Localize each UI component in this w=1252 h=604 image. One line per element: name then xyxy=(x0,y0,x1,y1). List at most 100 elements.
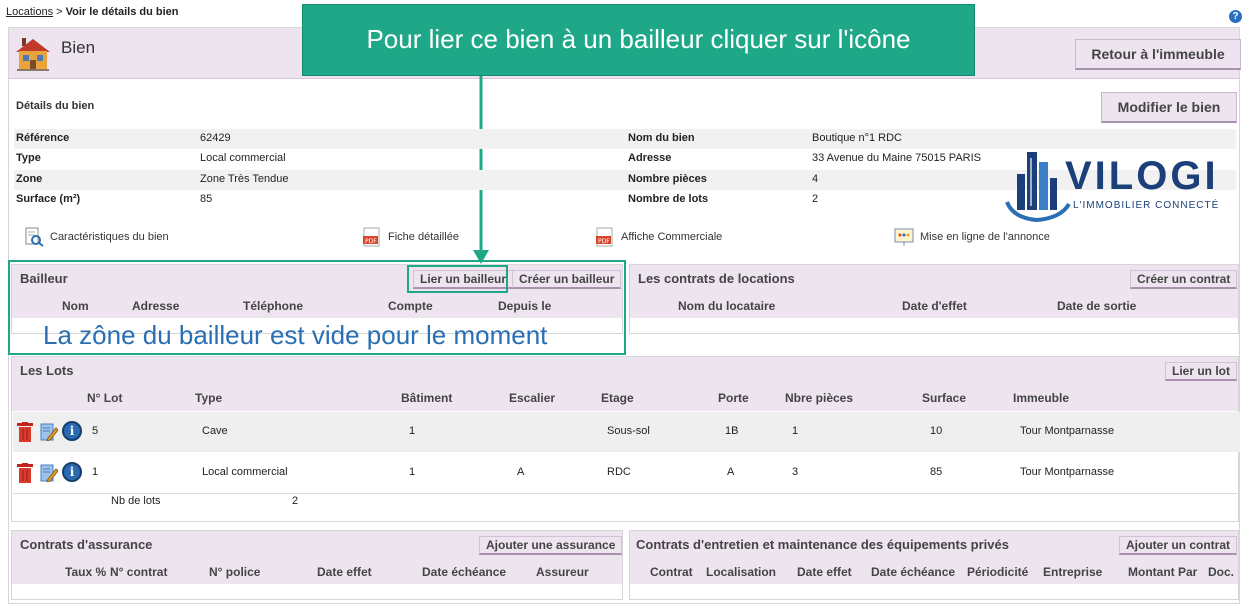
lot-building-name: Tour Montparnasse xyxy=(1020,425,1115,437)
svg-text:PDF: PDF xyxy=(598,238,610,245)
building-logo-icon xyxy=(1005,152,1071,223)
lot-door: 1B xyxy=(725,425,739,437)
column-header: Localisation xyxy=(706,565,777,579)
maintenance-panel: Contrats d'entretien et maintenance des … xyxy=(629,530,1239,600)
house-icon xyxy=(16,38,50,71)
doc-link-commercial-poster[interactable]: PDF Affiche Commerciale xyxy=(595,226,722,248)
column-header: Entreprise xyxy=(1043,565,1103,579)
add-maintenance-contract-button[interactable]: Ajouter un contrat xyxy=(1119,536,1237,555)
vilogi-logo: VILOGI L'IMMOBILIER CONNECTÉ xyxy=(1003,144,1235,226)
instruction-callout: Pour lier ce bien à un bailleur cliquer … xyxy=(302,4,975,76)
lot-number: 1 xyxy=(92,466,99,478)
column-header: Surface xyxy=(922,391,967,405)
detail-value: Boutique n°1 RDC xyxy=(812,132,903,144)
column-header: N° contrat xyxy=(110,565,168,579)
lot-surface: 10 xyxy=(930,425,943,437)
lot-staircase: A xyxy=(517,466,525,478)
lot-floor: RDC xyxy=(607,466,631,478)
detail-label: Type xyxy=(16,152,41,164)
detail-label: Nombre pièces xyxy=(628,173,707,185)
edit-property-button[interactable]: Modifier le bien xyxy=(1101,92,1237,123)
column-header: Contrat xyxy=(650,565,693,579)
help-icon[interactable]: ? xyxy=(1229,10,1242,23)
lots-panel-header xyxy=(12,357,1238,385)
column-header: Date effet xyxy=(317,565,372,579)
detail-label: Adresse xyxy=(628,152,672,164)
column-header: Date d'effet xyxy=(902,299,967,313)
doc-link-characteristics[interactable]: Caractéristiques du bien xyxy=(24,226,169,248)
logo-name: VILOGI xyxy=(1065,154,1219,198)
lot-building: 1 xyxy=(409,466,416,478)
lots-panel: Les Lots Lier un lot N° Lot Type Bâtimen… xyxy=(11,356,1240,522)
column-header: Escalier xyxy=(509,391,556,405)
lot-rooms: 1 xyxy=(792,425,799,437)
lot-floor: Sous-sol xyxy=(607,425,650,437)
maintenance-title: Contrats d'entretien et maintenance des … xyxy=(636,537,1009,552)
doc-link-detailed-sheet[interactable]: PDF Fiche détaillée xyxy=(362,226,459,248)
info-icon[interactable]: i xyxy=(62,462,82,482)
detail-value: 33 Avenue du Maine 75015 PARIS xyxy=(812,152,981,164)
search-document-icon xyxy=(25,227,44,247)
detail-label: Zone xyxy=(16,173,43,185)
edit-icon[interactable] xyxy=(40,464,58,482)
detail-label: Nombre de lots xyxy=(628,193,709,205)
lot-count-value: 2 xyxy=(292,495,299,507)
back-to-building-button[interactable]: Retour à l'immeuble xyxy=(1075,39,1241,70)
rental-contracts-panel: Les contrats de locations Créer un contr… xyxy=(629,264,1239,334)
lot-building: 1 xyxy=(409,425,416,437)
doc-link-label: Mise en ligne de l'annonce xyxy=(920,231,1050,243)
edit-icon[interactable] xyxy=(40,423,58,441)
rental-contracts-title: Les contrats de locations xyxy=(638,271,795,286)
column-header: Assureur xyxy=(536,565,589,579)
column-header: Périodicité xyxy=(967,565,1029,579)
detail-value: Local commercial xyxy=(200,152,286,164)
doc-link-label: Affiche Commerciale xyxy=(621,231,723,243)
add-insurance-button[interactable]: Ajouter une assurance xyxy=(479,536,623,555)
detail-value: Zone Très Tendue xyxy=(200,173,289,185)
link-lot-button[interactable]: Lier un lot xyxy=(1165,362,1237,381)
trash-icon[interactable] xyxy=(17,422,33,442)
column-header: N° Lot xyxy=(87,391,123,405)
column-header: Porte xyxy=(718,391,749,405)
column-header: Etage xyxy=(601,391,634,405)
lot-type: Cave xyxy=(202,425,228,437)
column-header: Taux % xyxy=(65,565,107,579)
column-header: Bâtiment xyxy=(401,391,453,405)
doc-link-online-listing[interactable]: Mise en ligne de l'annonce xyxy=(894,226,1050,248)
lot-surface: 85 xyxy=(930,466,943,478)
presentation-icon xyxy=(894,228,914,246)
column-header: Immeuble xyxy=(1013,391,1070,405)
logo-tagline: L'IMMOBILIER CONNECTÉ xyxy=(1073,200,1220,211)
svg-text:PDF: PDF xyxy=(365,238,377,245)
page-title: Bien xyxy=(61,38,96,57)
lot-type: Local commercial xyxy=(202,466,288,478)
lots-title: Les Lots xyxy=(20,363,74,378)
pdf-icon: PDF xyxy=(596,227,613,247)
insurance-panel: Contrats d'assurance Ajouter une assuran… xyxy=(11,530,623,600)
lot-rooms: 3 xyxy=(792,466,799,478)
info-icon[interactable]: i xyxy=(62,421,82,441)
column-header: N° police xyxy=(209,565,261,579)
table-row: i 1 Local commercial 1 A RDC A 3 85 Tour… xyxy=(13,453,1240,493)
lot-number: 5 xyxy=(92,425,99,437)
column-header: Type xyxy=(195,391,223,405)
doc-link-label: Fiche détaillée xyxy=(388,231,459,243)
detail-label: Surface (m²) xyxy=(16,193,81,205)
breadcrumb-link-locations[interactable]: Locations xyxy=(6,6,53,18)
detail-value: 62429 xyxy=(200,132,231,144)
detail-value: 4 xyxy=(812,173,819,185)
column-header: Nom du locataire xyxy=(678,299,776,313)
column-header: Date échéance xyxy=(422,565,507,579)
column-header: Date échéance xyxy=(871,565,956,579)
column-header: Nbre pièces xyxy=(785,391,854,405)
pdf-icon: PDF xyxy=(363,227,380,247)
table-row: i 5 Cave 1 Sous-sol 1B 1 10 Tour Montpar… xyxy=(13,412,1240,452)
detail-value: 2 xyxy=(812,193,819,205)
create-contract-button[interactable]: Créer un contrat xyxy=(1130,270,1238,289)
detail-label: Référence xyxy=(16,132,70,144)
trash-icon[interactable] xyxy=(17,463,33,483)
link-landlord-highlight xyxy=(407,265,508,293)
lot-door: A xyxy=(727,466,735,478)
detail-label: Nom du bien xyxy=(628,132,695,144)
breadcrumb: Locations > Voir le détails du bien xyxy=(6,6,179,18)
